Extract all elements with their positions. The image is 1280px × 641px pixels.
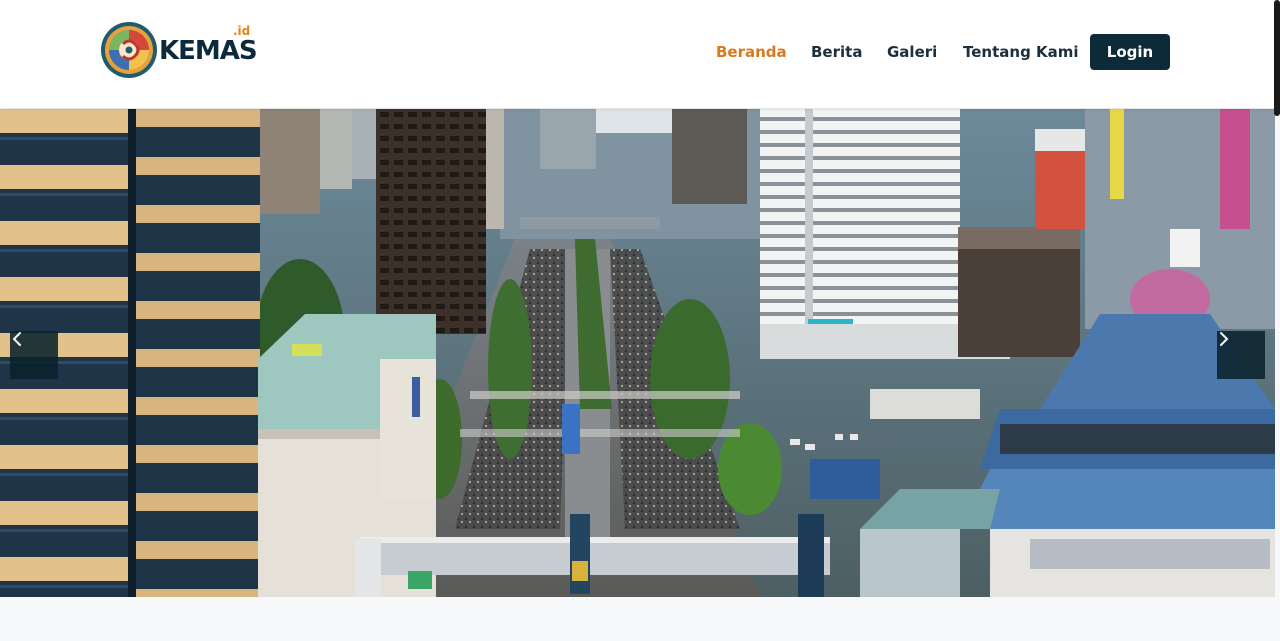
chevron-right-icon — [1220, 332, 1229, 346]
login-button[interactable]: Login — [1090, 34, 1170, 70]
hero-carousel — [0, 109, 1275, 597]
nav-item-galeri[interactable]: Galeri — [887, 43, 937, 61]
nav-item-berita[interactable]: Berita — [811, 43, 862, 61]
page-scrollbar[interactable] — [1274, 0, 1280, 116]
brand-logo[interactable]: KEMAS .id — [99, 20, 259, 80]
site-header: KEMAS .id Beranda Berita Galeri Tentang … — [0, 0, 1280, 108]
brand-name: KEMAS — [159, 36, 258, 66]
logo-emblem-icon — [101, 22, 157, 78]
hero-city-image — [0, 109, 1275, 597]
carousel-next-button[interactable] — [1217, 331, 1265, 379]
brand-suffix: .id — [233, 24, 251, 38]
content-area — [0, 597, 1280, 641]
nav-item-beranda[interactable]: Beranda — [716, 43, 787, 61]
nav-item-tentang-kami[interactable]: Tentang Kami — [963, 43, 1079, 61]
carousel-prev-button[interactable] — [10, 331, 58, 379]
chevron-left-icon — [12, 332, 21, 346]
